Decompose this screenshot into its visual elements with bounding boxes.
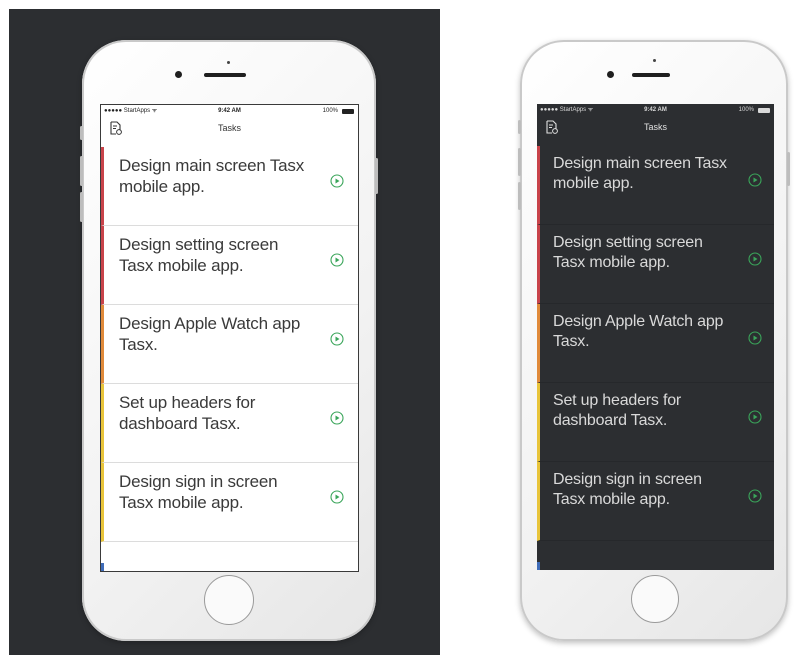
- sensor-dot: [653, 59, 656, 62]
- task-title: Design setting screen Tasx mobile app.: [553, 234, 703, 271]
- task-title: Design setting screen Tasx mobile app.: [119, 235, 279, 275]
- status-battery-percent: 100%: [322, 108, 338, 114]
- nav-bar: Tasks: [537, 116, 774, 146]
- earpiece-speaker: [632, 73, 670, 77]
- task-row[interactable]: Design sign in screen Tasx mobile app.: [101, 463, 358, 542]
- screen-light: ●●●●● StartApps ᯤ 9:42 AM 100% Tasks Des…: [100, 104, 359, 572]
- phone-dark: ●●●●● StartApps ᯤ 9:42 AM 100% Tasks Des…: [518, 40, 790, 641]
- mute-switch: [518, 120, 521, 134]
- front-camera: [175, 71, 182, 78]
- task-row[interactable]: Design main screen Tasx mobile app.: [101, 147, 358, 226]
- volume-up-button: [518, 148, 521, 176]
- task-row[interactable]: Design Apple Watch app Tasx.: [101, 305, 358, 384]
- task-title: Design Apple Watch app Tasx.: [119, 314, 301, 354]
- play-circle-icon[interactable]: [330, 332, 344, 346]
- task-list: Design main screen Tasx mobile app. Desi…: [101, 147, 358, 542]
- task-row[interactable]: Design setting screen Tasx mobile app.: [101, 226, 358, 305]
- task-title: Set up headers for dashboard Tasx.: [553, 392, 682, 429]
- play-circle-icon[interactable]: [748, 173, 762, 187]
- nav-title: Tasks: [643, 122, 667, 132]
- volume-up-button: [80, 156, 83, 186]
- task-list: Design main screen Tasx mobile app. Desi…: [537, 146, 774, 541]
- power-button: [787, 152, 790, 186]
- task-title: Design main screen Tasx mobile app.: [119, 156, 305, 196]
- power-button: [375, 158, 378, 194]
- play-circle-icon[interactable]: [330, 490, 344, 504]
- task-row[interactable]: Design Apple Watch app Tasx.: [537, 304, 774, 383]
- task-row[interactable]: Design sign in screen Tasx mobile app.: [537, 462, 774, 541]
- status-bar: ●●●●● StartApps ᯤ 9:42 AM 100%: [537, 104, 774, 116]
- sensor-dot: [227, 61, 230, 64]
- nav-title: Tasks: [217, 123, 241, 133]
- play-circle-icon[interactable]: [748, 331, 762, 345]
- task-row[interactable]: Design main screen Tasx mobile app.: [537, 146, 774, 225]
- nav-bar: Tasks: [101, 117, 358, 147]
- front-camera: [607, 71, 614, 78]
- battery-icon: [758, 108, 770, 113]
- earpiece-speaker: [204, 73, 246, 77]
- task-title: Design sign in screen Tasx mobile app.: [553, 471, 702, 508]
- mute-switch: [80, 126, 83, 140]
- task-title: Set up headers for dashboard Tasx.: [119, 393, 256, 433]
- status-battery-percent: 100%: [738, 107, 754, 113]
- play-circle-icon[interactable]: [330, 174, 344, 188]
- battery-icon: [342, 109, 354, 114]
- play-circle-icon[interactable]: [748, 252, 762, 266]
- next-task-accent: [101, 563, 104, 571]
- volume-down-button: [518, 182, 521, 210]
- status-bar: ●●●●● StartApps ᯤ 9:42 AM 100%: [101, 105, 358, 117]
- play-circle-icon[interactable]: [330, 253, 344, 267]
- home-button[interactable]: [204, 575, 254, 625]
- phone-light: ●●●●● StartApps ᯤ 9:42 AM 100% Tasks Des…: [80, 40, 378, 641]
- next-task-accent: [537, 562, 540, 570]
- screen-dark: ●●●●● StartApps ᯤ 9:42 AM 100% Tasks Des…: [537, 104, 774, 570]
- task-row[interactable]: Design setting screen Tasx mobile app.: [537, 225, 774, 304]
- status-time: 9:42 AM: [218, 108, 241, 114]
- play-circle-icon[interactable]: [748, 410, 762, 424]
- task-title: Design Apple Watch app Tasx.: [553, 313, 724, 350]
- home-button[interactable]: [631, 575, 679, 623]
- volume-down-button: [80, 192, 83, 222]
- task-row[interactable]: Set up headers for dashboard Tasx.: [101, 384, 358, 463]
- task-title: Design sign in screen Tasx mobile app.: [119, 472, 278, 512]
- task-title: Design main screen Tasx mobile app.: [553, 155, 727, 192]
- play-circle-icon[interactable]: [748, 489, 762, 503]
- play-circle-icon[interactable]: [330, 411, 344, 425]
- task-row[interactable]: Set up headers for dashboard Tasx.: [537, 383, 774, 462]
